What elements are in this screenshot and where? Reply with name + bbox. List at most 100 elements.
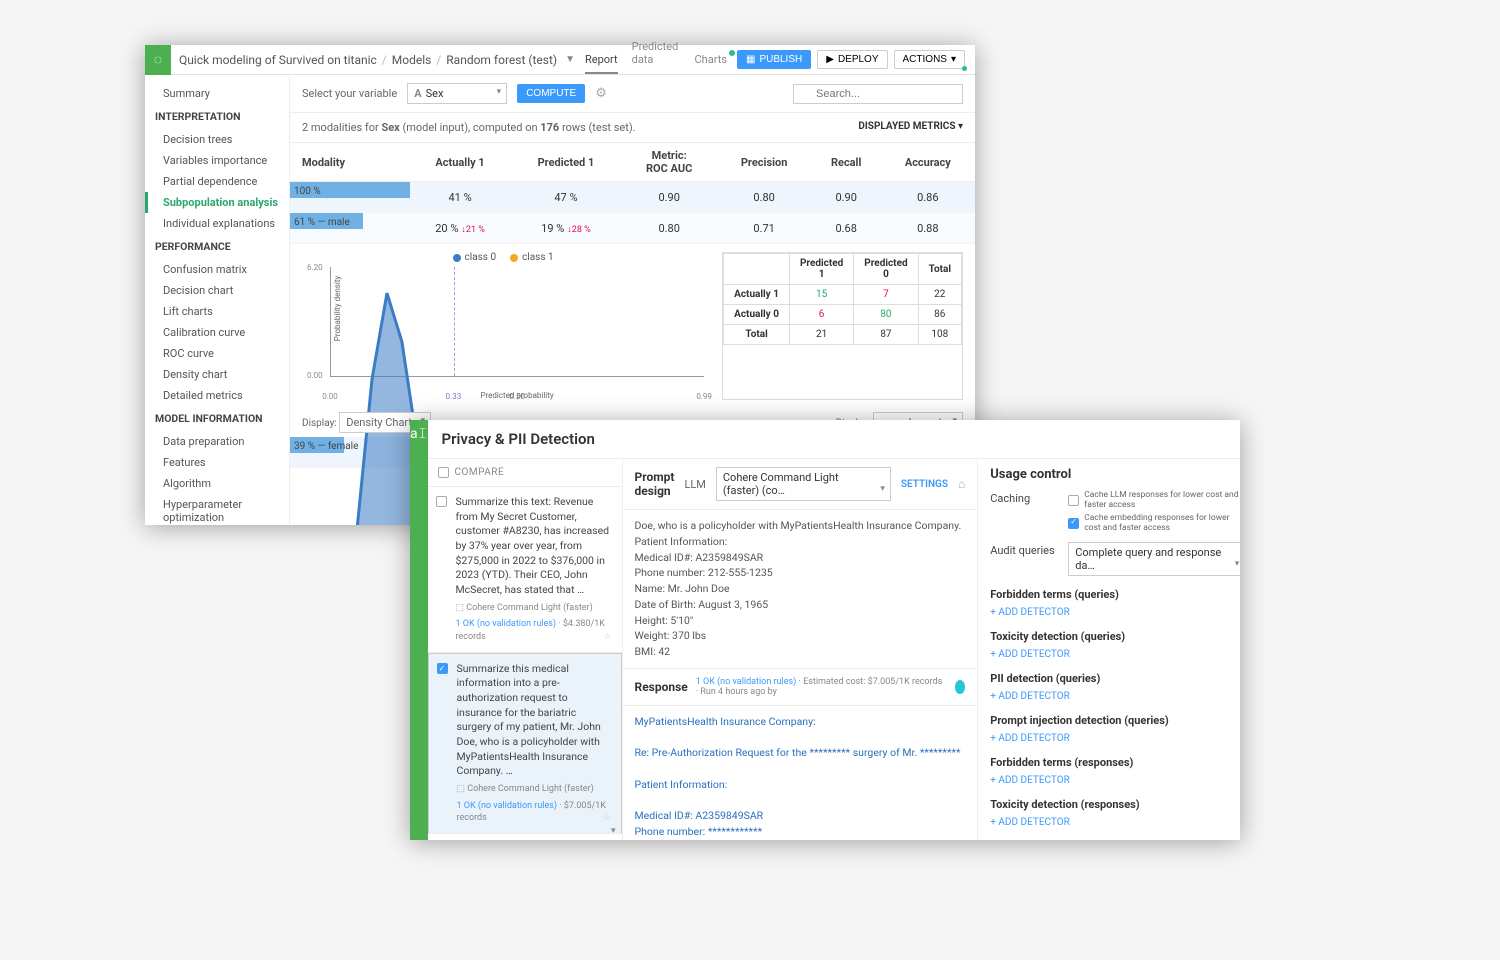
checkbox[interactable] bbox=[437, 663, 448, 674]
compare-toggle[interactable]: COMPARE bbox=[428, 459, 622, 487]
prompt-body[interactable]: Doe, who is a policyholder with MyPatien… bbox=[623, 510, 978, 669]
column-header[interactable]: Metric:ROC AUC bbox=[622, 143, 717, 182]
breadcrumb-item[interactable]: Random forest (test) bbox=[446, 53, 557, 67]
variable-label: Select your variable bbox=[302, 87, 397, 100]
sidebar-item[interactable]: Hyperparameter optimization bbox=[145, 494, 289, 525]
legend-swatch-icon bbox=[510, 254, 518, 262]
add-detector-button[interactable]: + ADD DETECTOR bbox=[990, 817, 1240, 828]
prompts-column: COMPARE Summarize this text: Revenue fro… bbox=[428, 459, 623, 840]
tag-icon[interactable]: ⌂ bbox=[958, 477, 965, 491]
cache-option[interactable]: Cache LLM responses for lower cost and f… bbox=[1068, 490, 1240, 510]
breadcrumb-item[interactable]: Models bbox=[392, 53, 432, 67]
column-header[interactable]: Precision bbox=[717, 143, 812, 182]
deploy-button[interactable]: ▶ DEPLOY bbox=[817, 50, 887, 69]
compute-button[interactable]: COMPUTE bbox=[517, 84, 585, 103]
chevron-down-icon[interactable]: ▼ bbox=[565, 54, 575, 65]
column-header[interactable]: Modality bbox=[290, 143, 410, 182]
app-logo-icon: ◌ bbox=[145, 45, 171, 75]
settings-link[interactable]: SETTINGS bbox=[901, 479, 948, 490]
sidebar-item[interactable]: Data preparation bbox=[145, 431, 289, 452]
sidebar-item[interactable]: Decision trees bbox=[145, 129, 289, 150]
density-chart: class 0 class 1 Probability density 6.20… bbox=[302, 252, 704, 400]
star-icon[interactable]: ☆ bbox=[602, 812, 610, 825]
sidebar-item[interactable]: Calibration curve bbox=[145, 322, 289, 343]
detector-section: Toxicity detection (queries)+ ADD DETECT… bbox=[990, 630, 1240, 660]
detector-section: PII detection (queries)+ ADD DETECTOR bbox=[990, 672, 1240, 702]
actions-menu-button[interactable]: ACTIONS ▾ bbox=[894, 50, 965, 69]
column-header[interactable]: Predicted 1 bbox=[510, 143, 622, 182]
sidebar-item[interactable]: ROC curve bbox=[145, 343, 289, 364]
sidebar-item[interactable]: Features bbox=[145, 452, 289, 473]
action-buttons: ▦ PUBLISH ▶ DEPLOY ACTIONS ▾ bbox=[737, 50, 975, 69]
add-detector-button[interactable]: + ADD DETECTOR bbox=[990, 775, 1240, 786]
publish-button[interactable]: ▦ PUBLISH bbox=[737, 50, 811, 69]
cache-label: Caching bbox=[990, 490, 1060, 505]
side-rail: a𝙸 bbox=[410, 420, 428, 840]
sidebar-item[interactable]: Summary bbox=[145, 83, 289, 104]
sidebar-item[interactable]: Individual explanations bbox=[145, 213, 289, 234]
table-row[interactable]: 100 %41 %47 %0.900.800.900.86 bbox=[290, 182, 975, 213]
detector-section: Forbidden terms (queries)+ ADD DETECTOR bbox=[990, 588, 1240, 618]
sidebar-item[interactable]: Partial dependence bbox=[145, 171, 289, 192]
column-header[interactable]: Recall bbox=[812, 143, 881, 182]
response-header: Response 1 OK (no validation rules) · Es… bbox=[623, 669, 978, 706]
column-header[interactable]: Accuracy bbox=[881, 143, 975, 182]
breadcrumb-item[interactable]: Quick modeling of Survived on titanic bbox=[179, 53, 377, 67]
variable-bar: Select your variable ASex COMPUTE ⚙ 🔍 bbox=[290, 75, 975, 113]
top-bar: ◌ Quick modeling of Survived on titanic … bbox=[145, 45, 975, 75]
sidebar-item[interactable]: Subpopulation analysis bbox=[145, 192, 289, 213]
variable-select[interactable]: ASex bbox=[407, 83, 507, 104]
sidebar-header: MODEL INFORMATION bbox=[145, 406, 289, 431]
tab-charts[interactable]: Charts bbox=[695, 47, 727, 74]
search-input[interactable] bbox=[793, 84, 963, 104]
prompt-item[interactable]: Summarize this text: Revenue from My Sec… bbox=[428, 487, 622, 653]
chart-row: class 0 class 1 Probability density 6.20… bbox=[290, 244, 975, 408]
column-header[interactable]: Actually 1 bbox=[410, 143, 510, 182]
sidebar-item[interactable]: Detailed metrics bbox=[145, 385, 289, 406]
pii-window: a𝙸 Privacy & PII Detection COMPARE Summa… bbox=[410, 420, 1240, 840]
displayed-metrics-button[interactable]: DISPLAYED METRICS ▾ bbox=[858, 121, 963, 134]
sidebar-header: INTERPRETATION bbox=[145, 104, 289, 129]
add-detector-button[interactable]: + ADD DETECTOR bbox=[990, 649, 1240, 660]
page-title: Privacy & PII Detection bbox=[428, 420, 1241, 459]
cache-option[interactable]: Cache embedding responses for lower cost… bbox=[1068, 513, 1240, 533]
sidebar-item[interactable]: Decision chart bbox=[145, 280, 289, 301]
checkbox[interactable] bbox=[1068, 495, 1079, 506]
avatar bbox=[955, 680, 966, 694]
tab-report[interactable]: Report bbox=[585, 47, 618, 74]
sidebar-item[interactable]: Lift charts bbox=[145, 301, 289, 322]
sidebar: SummaryINTERPRETATIONDecision treesVaria… bbox=[145, 75, 290, 525]
sidebar-header: PERFORMANCE bbox=[145, 234, 289, 259]
checkbox[interactable] bbox=[438, 467, 449, 478]
detector-section: Prompt injection detection (queries)+ AD… bbox=[990, 714, 1240, 744]
checkbox[interactable] bbox=[436, 496, 447, 507]
sidebar-item[interactable]: Density chart bbox=[145, 364, 289, 385]
breadcrumb: Quick modeling of Survived on titanic / … bbox=[171, 53, 575, 67]
gear-icon[interactable]: ⚙ bbox=[595, 86, 607, 101]
star-icon[interactable]: ☆ bbox=[603, 631, 611, 644]
prompt-design-header: Prompt design LLM Cohere Command Light (… bbox=[623, 459, 978, 510]
audit-select[interactable]: Complete query and response da… bbox=[1068, 542, 1240, 576]
add-prompt-button[interactable]: + ADD PROMPT bbox=[428, 834, 622, 840]
notification-dot-icon bbox=[962, 66, 967, 71]
usage-title: Usage control bbox=[990, 467, 1240, 482]
add-detector-button[interactable]: + ADD DETECTOR bbox=[990, 691, 1240, 702]
detector-section: Toxicity detection (responses)+ ADD DETE… bbox=[990, 798, 1240, 828]
prompt-item[interactable]: Summarize this medical information into … bbox=[428, 653, 622, 834]
sidebar-item[interactable]: Confusion matrix bbox=[145, 259, 289, 280]
checkbox[interactable] bbox=[1068, 518, 1079, 529]
search-container: 🔍 bbox=[793, 84, 963, 104]
separator: / bbox=[436, 53, 441, 67]
sidebar-item[interactable]: Variables importance bbox=[145, 150, 289, 171]
usage-column: Usage control Caching Cache LLM response… bbox=[977, 459, 1240, 840]
design-column: Prompt design LLM Cohere Command Light (… bbox=[623, 459, 978, 840]
detector-section: Forbidden terms (responses)+ ADD DETECTO… bbox=[990, 756, 1240, 786]
tab-predicted-data[interactable]: Predicted data bbox=[632, 34, 681, 74]
add-detector-button[interactable]: + ADD DETECTOR bbox=[990, 607, 1240, 618]
sidebar-item[interactable]: Algorithm bbox=[145, 473, 289, 494]
table-row[interactable]: 61 % — male20 %↓21 %19 %↓28 %0.800.710.6… bbox=[290, 213, 975, 244]
add-detector-button[interactable]: + ADD DETECTOR bbox=[990, 733, 1240, 744]
llm-select[interactable]: Cohere Command Light (faster) (co… bbox=[716, 467, 891, 501]
response-body: MyPatientsHealth Insurance Company:Re: P… bbox=[623, 706, 978, 840]
app-icon: a𝙸 bbox=[410, 426, 428, 442]
